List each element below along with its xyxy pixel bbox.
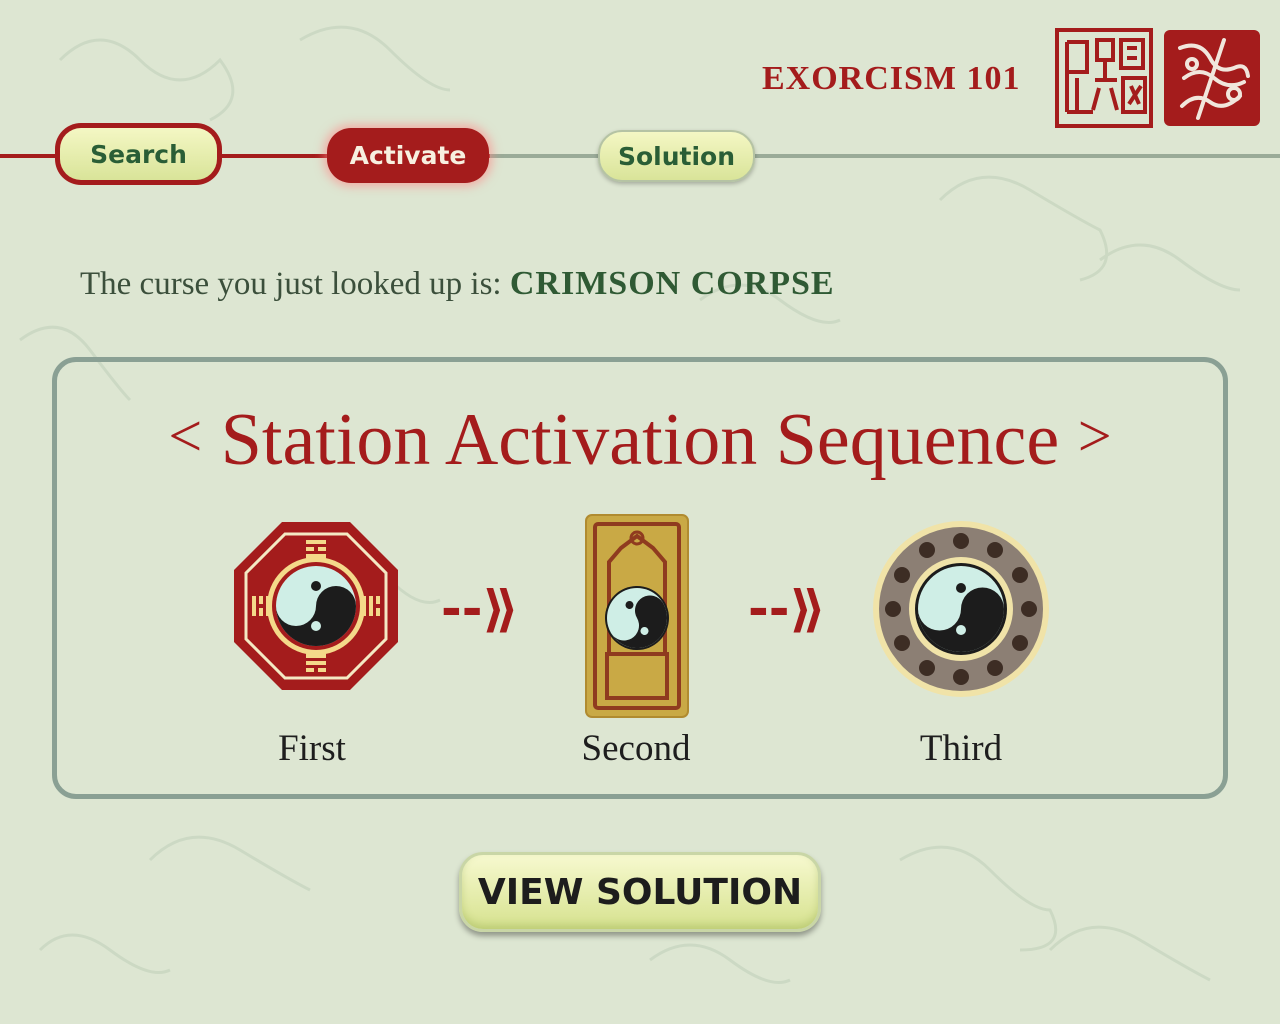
view-solution-button[interactable]: VIEW SOLUTION xyxy=(459,852,821,932)
curse-prefix: The curse you just looked up is: xyxy=(80,266,502,302)
app-title: EXORCISM 101 xyxy=(762,60,1021,97)
tab-search-label: Search xyxy=(60,128,217,180)
prayer-bead-disc-icon xyxy=(873,521,1049,697)
curse-name: CRIMSON CORPSE xyxy=(509,265,835,302)
tab-solution[interactable]: Solution xyxy=(598,130,755,182)
title-bracket-left: < xyxy=(168,403,203,469)
sequence-title: Station Activation Sequence xyxy=(220,399,1060,481)
bagua-octagon-icon xyxy=(234,522,398,690)
curse-info: The curse you just looked up is: CRIMSON… xyxy=(80,265,835,303)
chinese-seal-stamp-icon xyxy=(1055,28,1153,128)
title-bracket-right: > xyxy=(1077,403,1112,469)
sequence-arrow-1: --⟫ xyxy=(441,580,519,638)
station-label-second: Second xyxy=(581,728,691,769)
sequence-title-row: < Station Activation Sequence > xyxy=(0,398,1280,483)
sequence-arrow-2: --⟫ xyxy=(748,580,826,638)
tab-activate[interactable]: Activate xyxy=(327,128,489,183)
dragon-seal-stamp-icon xyxy=(1164,30,1260,126)
talisman-tablet-icon xyxy=(585,514,689,718)
tab-search[interactable]: Search xyxy=(55,123,222,185)
station-label-third: Third xyxy=(919,728,1003,769)
station-label-first: First xyxy=(278,728,346,769)
